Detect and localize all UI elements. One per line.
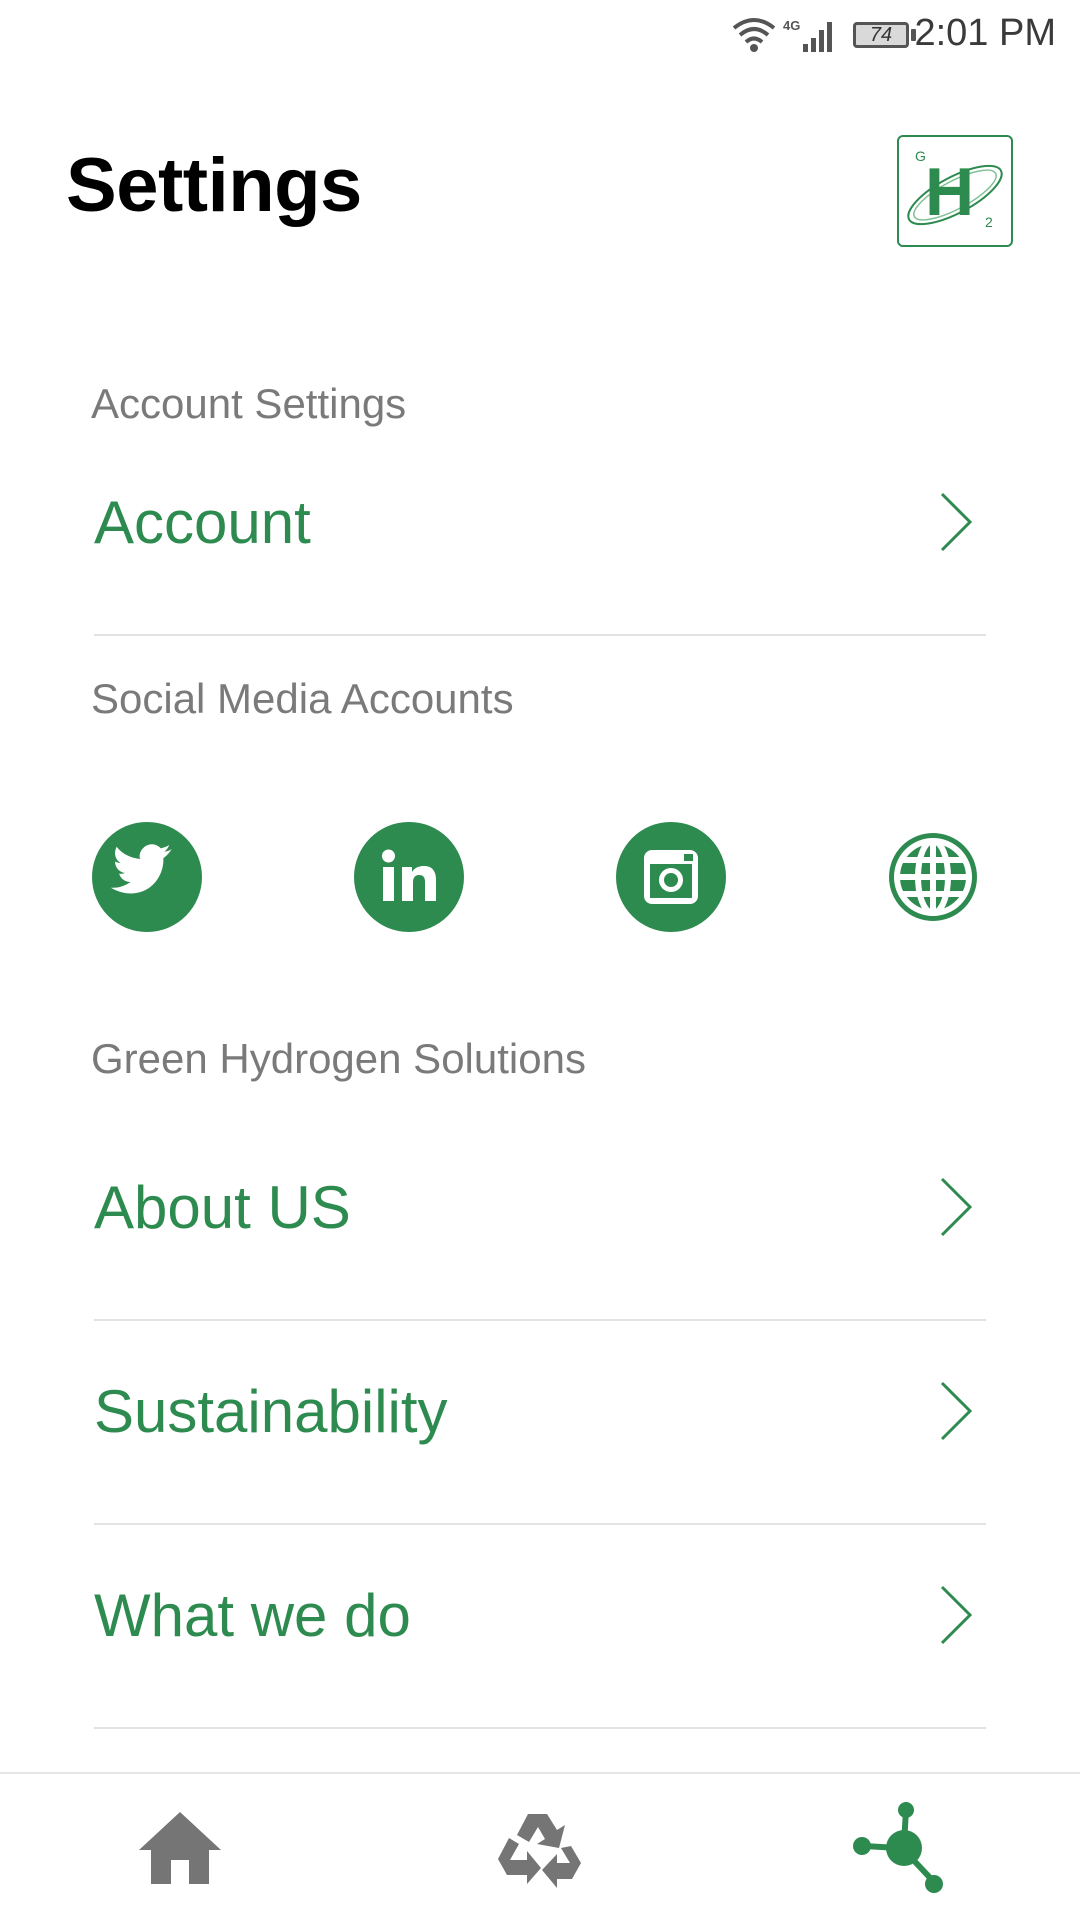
green-hydrogen-logo: G H 2 — [897, 135, 1013, 247]
logo-letter-h: H — [925, 154, 974, 230]
linkedin-icon — [382, 849, 436, 901]
what-we-do-row-label: What we do — [94, 1582, 411, 1649]
network-type-label: 4G — [783, 18, 800, 33]
page-title: Settings — [66, 143, 362, 228]
battery-level: 74 — [869, 24, 893, 46]
recycle-icon — [498, 1814, 581, 1888]
account-row[interactable]: Account — [94, 462, 986, 582]
sustainability-row[interactable]: Sustainability — [94, 1351, 986, 1471]
account-row-label: Account — [94, 489, 311, 556]
globe-icon — [889, 833, 977, 921]
divider — [94, 1523, 986, 1525]
divider — [94, 1727, 986, 1729]
status-bar: 4G 74 2:01 PM — [0, 0, 1080, 72]
cellular-signal-icon: 4G — [783, 18, 832, 52]
twitter-icon — [110, 844, 172, 894]
instagram-button[interactable] — [616, 822, 726, 932]
logo-subscript-2: 2 — [985, 214, 993, 230]
battery-icon: 74 — [853, 22, 909, 48]
chevron-right-icon — [940, 492, 973, 552]
chevron-right-icon — [940, 1585, 973, 1645]
nav-network[interactable] — [720, 1774, 1080, 1920]
section-label-green-hydrogen-solutions: Green Hydrogen Solutions — [91, 1035, 586, 1082]
about-us-row-label: About US — [94, 1174, 351, 1241]
bottom-navigation — [0, 1772, 1080, 1920]
about-us-row[interactable]: About US — [94, 1147, 986, 1267]
sustainability-row-label: Sustainability — [94, 1378, 448, 1445]
linkedin-button[interactable] — [354, 822, 464, 932]
nav-home[interactable] — [0, 1774, 360, 1920]
section-label-social-media: Social Media Accounts — [91, 675, 514, 722]
section-label-account-settings: Account Settings — [91, 380, 407, 427]
twitter-button[interactable] — [92, 822, 202, 932]
home-icon — [139, 1812, 221, 1884]
nav-recycle[interactable] — [360, 1774, 720, 1920]
what-we-do-row[interactable]: What we do — [94, 1555, 986, 1675]
status-time: 2:01 PM — [914, 12, 1056, 54]
divider — [94, 1319, 986, 1321]
divider — [94, 634, 986, 636]
chevron-right-icon — [940, 1177, 973, 1237]
wifi-icon — [732, 18, 776, 52]
instagram-icon — [644, 850, 698, 904]
network-nodes-icon — [853, 1802, 943, 1893]
chevron-right-icon — [940, 1381, 973, 1441]
settings-screen: 4G 74 2:01 PM Settings G H 2 Account Set… — [0, 0, 1080, 1920]
website-button[interactable] — [880, 822, 990, 932]
